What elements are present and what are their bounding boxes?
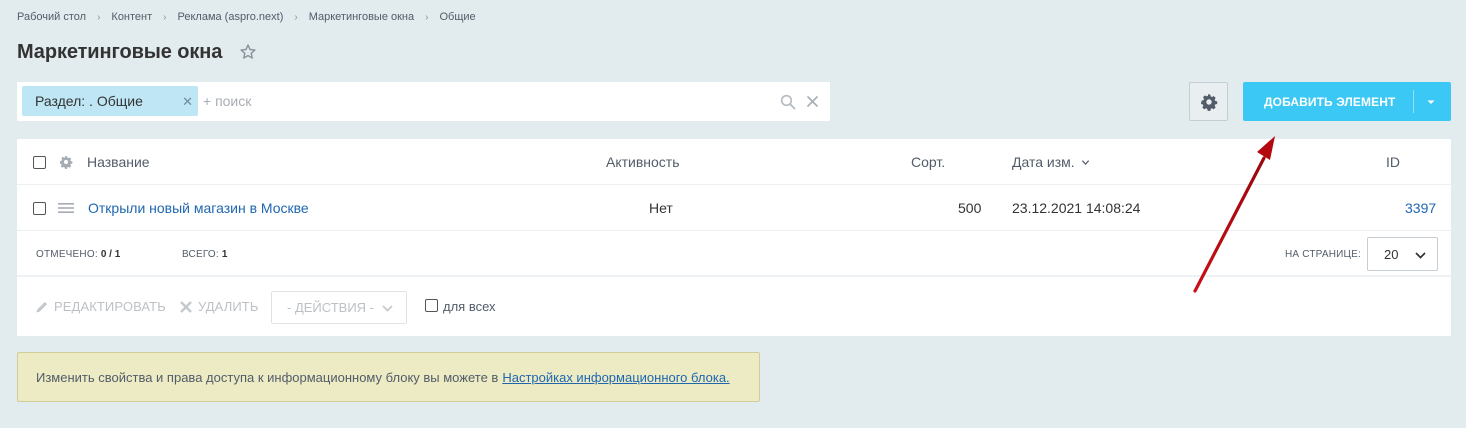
info-notice-text: Изменить свойства и права доступа к инфо… xyxy=(36,369,499,385)
breadcrumb-item-general[interactable]: Общие xyxy=(439,11,475,23)
column-header-active[interactable]: Активность xyxy=(606,139,680,185)
column-header-name[interactable]: Название xyxy=(87,139,150,185)
row-active-cell: Нет xyxy=(649,200,673,216)
star-icon[interactable] xyxy=(239,43,257,61)
breadcrumb-separator-icon: › xyxy=(97,11,101,23)
breadcrumb: Рабочий стол › Контент › Реклама (aspro.… xyxy=(17,10,476,24)
page-title: Маркетинговые окна xyxy=(17,40,223,63)
selected-counter-label: ОТМЕЧЕНО: xyxy=(36,248,98,260)
row-name-link[interactable]: Открыли новый магазин в Москве xyxy=(88,200,309,216)
menu-icon[interactable] xyxy=(58,202,74,214)
total-counter-label: ВСЕГО: xyxy=(182,248,219,260)
select-all-checkbox-cell xyxy=(33,139,46,185)
column-header-id[interactable]: ID xyxy=(1386,139,1400,185)
filter-chip-label: Раздел: . Общие xyxy=(35,93,143,109)
column-header-date-label: Дата изм. xyxy=(1012,154,1075,170)
row-name-cell: Открыли новый магазин в Москве xyxy=(88,185,309,231)
row-sort-cell: 500 xyxy=(958,200,982,216)
row-id-link[interactable]: 3397 xyxy=(1405,200,1436,216)
filter-search-box[interactable]: Раздел: . Общие ✕ xyxy=(17,82,830,121)
total-counter-value: 1 xyxy=(221,248,228,260)
for-all-toggle[interactable]: для всех xyxy=(425,277,496,336)
column-header-sort[interactable]: Сорт. xyxy=(911,139,945,185)
delete-button[interactable]: УДАЛИТЬ xyxy=(179,277,258,336)
selected-counter-value: 0 / 1 xyxy=(100,248,121,260)
delete-icon xyxy=(180,300,192,313)
elements-grid: Название Активность Сорт. Дата изм. ID О… xyxy=(17,139,1451,336)
settings-button[interactable] xyxy=(1189,82,1228,121)
gear-icon xyxy=(1200,93,1217,111)
table-row[interactable]: Открыли новый магазин в Москве Нет 500 2… xyxy=(17,185,1451,231)
group-actions-select-value: - ДЕЙСТВИЯ - xyxy=(287,300,375,315)
grid-footer: ОТМЕЧЕНО: 0 / 1 ВСЕГО: 1 НА СТРАНИЦЕ: 20 xyxy=(17,231,1451,277)
add-element-label: ДОБАВИТЬ ЭЛЕМЕНТ xyxy=(1264,94,1396,109)
breadcrumb-item-ads[interactable]: Реклама (aspro.next) xyxy=(178,11,284,23)
group-actions-bar: РЕДАКТИРОВАТЬ УДАЛИТЬ - ДЕЙСТВИЯ - для в… xyxy=(17,277,1451,336)
for-all-label: для всех xyxy=(443,299,496,314)
delete-button-label: УДАЛИТЬ xyxy=(198,299,259,314)
close-icon[interactable]: ✕ xyxy=(182,94,193,110)
chevron-down-icon xyxy=(382,305,393,312)
chevron-down-icon xyxy=(1081,159,1089,165)
pencil-icon xyxy=(36,301,48,312)
search-input[interactable] xyxy=(203,90,763,112)
search-icon[interactable] xyxy=(780,94,796,110)
column-header-date[interactable]: Дата изм. xyxy=(1012,139,1090,185)
column-settings-cell xyxy=(59,139,73,185)
chevron-down-icon xyxy=(1415,252,1426,259)
row-id-cell: 3397 xyxy=(1405,185,1436,231)
per-page-select[interactable]: 20 xyxy=(1367,237,1438,271)
info-notice: Изменить свойства и права доступа к инфо… xyxy=(17,352,760,402)
per-page-label-text: НА СТРАНИЦЕ: xyxy=(1285,248,1361,260)
infoblock-settings-link[interactable]: Настройках информационного блока. xyxy=(502,370,729,385)
group-actions-select[interactable]: - ДЕЙСТВИЯ - xyxy=(271,291,407,324)
row-menu-cell xyxy=(58,185,74,231)
breadcrumb-item-marketing-windows[interactable]: Маркетинговые окна xyxy=(309,11,414,23)
per-page-value: 20 xyxy=(1384,246,1399,262)
breadcrumb-separator-icon: › xyxy=(294,11,298,23)
total-counter: ВСЕГО: 1 xyxy=(182,231,227,277)
add-element-button[interactable]: ДОБАВИТЬ ЭЛЕМЕНТ xyxy=(1243,82,1451,121)
add-button-divider xyxy=(1413,90,1414,113)
chevron-down-icon[interactable] xyxy=(1426,97,1436,107)
title-row: Маркетинговые окна xyxy=(17,39,257,65)
gear-icon[interactable] xyxy=(59,155,73,169)
select-all-checkbox[interactable] xyxy=(33,155,46,169)
for-all-checkbox[interactable] xyxy=(425,299,438,312)
breadcrumb-item-desktop[interactable]: Рабочий стол xyxy=(17,11,86,23)
edit-button[interactable]: РЕДАКТИРОВАТЬ xyxy=(35,277,166,336)
row-checkbox-cell xyxy=(33,185,46,231)
per-page-label: НА СТРАНИЦЕ: xyxy=(1285,231,1361,277)
row-date-cell: 23.12.2021 14:08:24 xyxy=(1012,200,1141,216)
row-checkbox[interactable] xyxy=(33,201,46,215)
selected-counter: ОТМЕЧЕНО: 0 / 1 xyxy=(36,231,120,277)
breadcrumb-item-content[interactable]: Контент xyxy=(111,11,152,23)
breadcrumb-separator-icon: › xyxy=(163,11,167,23)
filter-chip-section[interactable]: Раздел: . Общие ✕ xyxy=(22,86,198,116)
grid-header-row: Название Активность Сорт. Дата изм. ID xyxy=(17,139,1451,185)
breadcrumb-separator-icon: › xyxy=(425,11,429,23)
clear-icon[interactable] xyxy=(806,95,819,108)
edit-button-label: РЕДАКТИРОВАТЬ xyxy=(54,299,166,314)
